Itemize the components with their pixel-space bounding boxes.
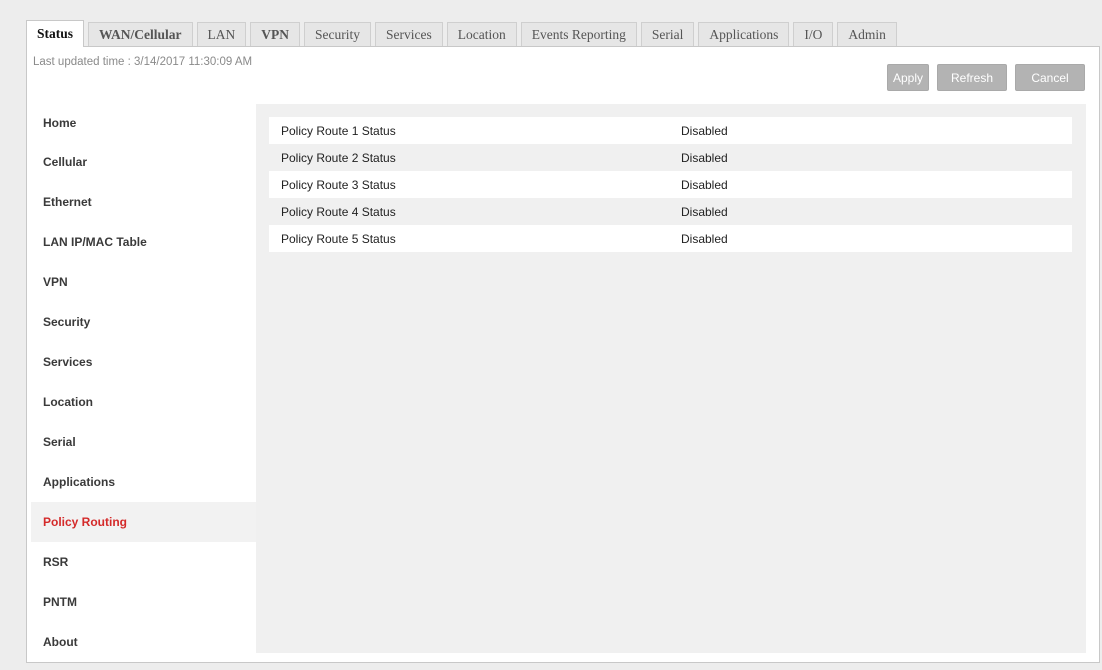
sidebar-item-services[interactable]: Services	[31, 342, 257, 382]
action-buttons: Apply Refresh Cancel	[887, 64, 1085, 91]
sidebar-item-policy-routing[interactable]: Policy Routing	[31, 502, 257, 542]
sidebar-item-pntm[interactable]: PNTM	[31, 582, 257, 622]
status-sidebar: Home Cellular Ethernet LAN IP/MAC Table …	[31, 104, 257, 662]
sidebar-item-security[interactable]: Security	[31, 302, 257, 342]
tab-security[interactable]: Security	[304, 22, 372, 47]
row-label: Policy Route 2 Status	[269, 144, 669, 171]
row-value: Disabled	[669, 171, 1072, 198]
row-label: Policy Route 1 Status	[269, 117, 669, 144]
table-row: Policy Route 3 Status Disabled	[269, 171, 1072, 198]
tab-status[interactable]: Status	[26, 20, 85, 47]
row-value: Disabled	[669, 225, 1072, 252]
sidebar-item-about[interactable]: About	[31, 622, 257, 662]
sidebar-item-serial[interactable]: Serial	[31, 422, 257, 462]
sidebar-item-home[interactable]: Home	[31, 104, 257, 142]
tab-events-reporting[interactable]: Events Reporting	[520, 22, 637, 47]
table-row: Policy Route 1 Status Disabled	[269, 117, 1072, 144]
row-label: Policy Route 3 Status	[269, 171, 669, 198]
sidebar-item-cellular[interactable]: Cellular	[31, 142, 257, 182]
tab-wan-cellular[interactable]: WAN/Cellular	[88, 22, 193, 47]
last-updated-time: Last updated time : 3/14/2017 11:30:09 A…	[33, 56, 253, 68]
main-tab-bar: Status WAN/Cellular LAN VPN Security Ser…	[26, 20, 901, 47]
tab-vpn[interactable]: VPN	[250, 22, 301, 47]
row-value: Disabled	[669, 198, 1072, 225]
apply-button[interactable]: Apply	[887, 64, 929, 91]
main-panel: Last updated time : 3/14/2017 11:30:09 A…	[26, 46, 1100, 663]
row-value: Disabled	[669, 117, 1072, 144]
refresh-button[interactable]: Refresh	[937, 64, 1007, 91]
policy-route-status-table: Policy Route 1 Status Disabled Policy Ro…	[269, 117, 1072, 252]
tab-admin[interactable]: Admin	[837, 22, 897, 47]
sidebar-item-rsr[interactable]: RSR	[31, 542, 257, 582]
row-value: Disabled	[669, 144, 1072, 171]
sidebar-item-location[interactable]: Location	[31, 382, 257, 422]
tab-lan[interactable]: LAN	[196, 22, 247, 47]
sidebar-item-ethernet[interactable]: Ethernet	[31, 182, 257, 222]
table-row: Policy Route 2 Status Disabled	[269, 144, 1072, 171]
table-row: Policy Route 4 Status Disabled	[269, 198, 1072, 225]
tab-services[interactable]: Services	[375, 22, 443, 47]
sidebar-item-applications[interactable]: Applications	[31, 462, 257, 502]
tab-io[interactable]: I/O	[793, 22, 834, 47]
tab-location[interactable]: Location	[446, 22, 517, 47]
sidebar-item-lan-ip-mac-table[interactable]: LAN IP/MAC Table	[31, 222, 257, 262]
row-label: Policy Route 4 Status	[269, 198, 669, 225]
tab-serial[interactable]: Serial	[640, 22, 695, 47]
sidebar-item-vpn[interactable]: VPN	[31, 262, 257, 302]
tab-applications[interactable]: Applications	[698, 22, 790, 47]
row-label: Policy Route 5 Status	[269, 225, 669, 252]
policy-routing-content: Policy Route 1 Status Disabled Policy Ro…	[256, 104, 1086, 653]
table-row: Policy Route 5 Status Disabled	[269, 225, 1072, 252]
cancel-button[interactable]: Cancel	[1015, 64, 1085, 91]
